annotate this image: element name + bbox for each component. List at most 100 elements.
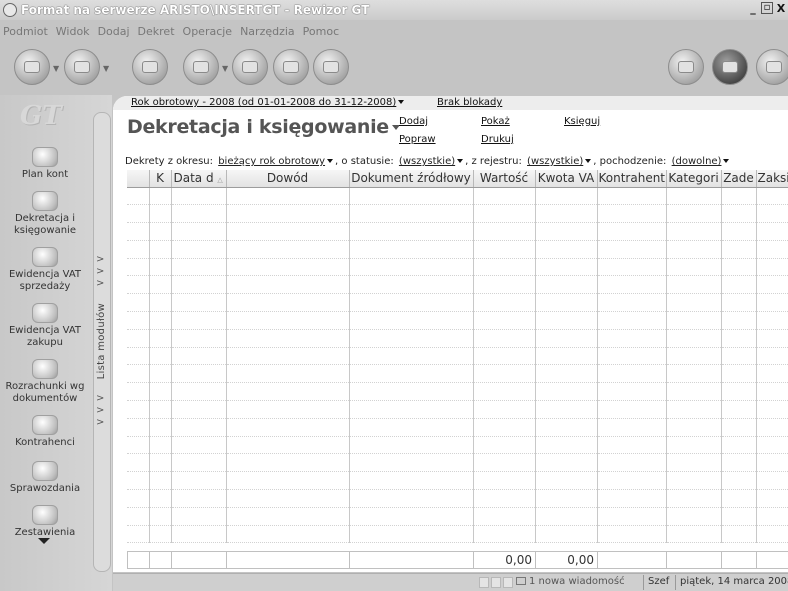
table-cell <box>127 436 150 455</box>
table-cell <box>226 187 350 206</box>
globe-icon <box>678 61 694 73</box>
column-header-zadekretowany[interactable]: Zade <box>721 170 757 188</box>
toolbar-calculator-button[interactable] <box>313 49 349 85</box>
column-header-dowod[interactable]: Dowód <box>226 170 350 188</box>
toolbar-help-button[interactable] <box>756 49 788 85</box>
table-row[interactable] <box>127 400 788 419</box>
table-cell <box>349 364 474 384</box>
table-row[interactable] <box>127 240 788 259</box>
chevron-down-icon[interactable]: ▼ <box>222 64 228 73</box>
table-row[interactable] <box>127 311 788 330</box>
close-button[interactable]: X <box>774 2 788 16</box>
table-row[interactable] <box>127 293 788 313</box>
sidebar-item-vat-sprzedazy[interactable]: Ewidencja VAT sprzedaży <box>0 247 90 293</box>
edit-link[interactable]: Popraw <box>399 134 436 145</box>
table-cell <box>756 222 788 241</box>
print-link[interactable]: Drukuj <box>481 134 514 145</box>
table-cell <box>473 400 536 419</box>
table-cell <box>473 507 536 526</box>
table-row[interactable] <box>127 329 788 348</box>
module-list-toggle[interactable]: Lista modułów <box>93 112 111 572</box>
table-row[interactable] <box>127 525 788 544</box>
sidebar-item-label: Sprawozdania <box>9 483 81 494</box>
filter-origin-select[interactable]: (dowolne) <box>672 156 730 167</box>
table-row[interactable] <box>127 453 788 473</box>
sidebar-item-zestawienia[interactable]: Zestawienia <box>0 505 90 539</box>
more-modules-arrow-icon[interactable] <box>38 538 50 544</box>
sort-ascending-icon: △ <box>217 176 223 185</box>
column-header-zaksiegowany[interactable]: Zaksi <box>756 170 788 188</box>
table-row[interactable] <box>127 436 788 455</box>
table-cell <box>473 293 536 313</box>
column-header-dokument-zrodlowy[interactable]: Dokument źródłowy <box>349 170 474 188</box>
toolbar-document-button[interactable] <box>183 49 219 85</box>
sidebar-item-vat-zakupu[interactable]: Ewidencja VAT zakupu <box>0 303 90 349</box>
toolbar-money-button[interactable] <box>132 49 168 85</box>
menu-pomoc[interactable]: Pomoc <box>303 25 339 38</box>
column-header-selector[interactable] <box>127 170 150 188</box>
filter-period-select[interactable]: bieżący rok obrotowy <box>218 156 334 167</box>
table-cell <box>171 293 227 313</box>
menu-dekret[interactable]: Dekret <box>138 25 175 38</box>
add-link[interactable]: Dodaj <box>399 116 428 127</box>
sidebar-item-dekretacja[interactable]: Dekretacja i księgowanie <box>0 191 90 237</box>
table-cell <box>535 275 598 295</box>
table-cell <box>721 400 757 419</box>
table-cell <box>756 471 788 491</box>
lock-status-link[interactable]: Brak blokady <box>437 97 502 108</box>
table-cell <box>149 258 172 277</box>
column-header-wartosc[interactable]: Wartość <box>473 170 536 188</box>
post-link[interactable]: Księguj <box>564 116 600 127</box>
table-row[interactable] <box>127 258 788 277</box>
table-row[interactable] <box>127 418 788 437</box>
toolbar-erase-button[interactable] <box>232 49 268 85</box>
sidebar-item-rozrachunki[interactable]: Rozrachunki wg dokumentów <box>0 359 90 405</box>
minimize-button[interactable]: _ <box>746 2 760 16</box>
table-row[interactable] <box>127 489 788 508</box>
menu-operacje[interactable]: Operacje <box>183 25 233 38</box>
fiscal-year-selector[interactable]: Rok obrotowy - 2008 (od 01-01-2008 do 31… <box>131 97 405 108</box>
page-title[interactable]: Dekretacja i księgowanie <box>127 116 400 138</box>
filter-register-select[interactable]: (wszystkie) <box>527 156 592 167</box>
sidebar-item-kontrahenci[interactable]: Kontrahenci <box>0 415 90 449</box>
menu-podmiot[interactable]: Podmiot <box>3 25 48 38</box>
table-row[interactable] <box>127 471 788 491</box>
filter-status-select[interactable]: (wszystkie) <box>399 156 464 167</box>
table-row[interactable] <box>127 204 788 224</box>
table-row[interactable] <box>127 222 788 241</box>
sidebar-item-plan-kont[interactable]: Plan kont <box>0 147 90 181</box>
table-row[interactable] <box>127 382 788 402</box>
toolbar-box-button[interactable] <box>712 49 748 85</box>
column-header-kontrahent[interactable]: Kontrahent <box>597 170 667 188</box>
menu-dodaj[interactable]: Dodaj <box>98 25 130 38</box>
chevron-right-icon: > <box>96 278 105 289</box>
toolbar-globe-button[interactable] <box>668 49 704 85</box>
chevron-down-icon[interactable]: ▼ <box>53 64 59 73</box>
table-cell <box>535 364 598 384</box>
maximize-button[interactable]: ▫ <box>761 2 773 14</box>
column-header-data[interactable]: Data d △ <box>171 170 227 188</box>
table-row[interactable] <box>127 187 788 206</box>
table-row[interactable] <box>127 347 788 366</box>
table-row[interactable] <box>127 275 788 295</box>
table-cell <box>171 311 227 330</box>
column-header-k[interactable]: K <box>149 170 172 188</box>
dropdown-arrow-icon <box>327 159 334 163</box>
table-row[interactable] <box>127 507 788 526</box>
menu-widok[interactable]: Widok <box>56 25 90 38</box>
new-message-notice[interactable]: 1 nowa wiadomość <box>516 576 625 587</box>
table-row[interactable] <box>127 364 788 384</box>
totals-cell <box>721 551 757 569</box>
journal-entries-table[interactable]: K Data d △ Dowód Dokument źródłowy Warto… <box>127 170 788 544</box>
toolbar-back-button[interactable] <box>14 49 50 85</box>
show-link[interactable]: Pokaż <box>481 116 510 127</box>
dropdown-arrow-icon <box>585 159 592 163</box>
chevron-right-icon: > <box>96 405 105 416</box>
toolbar-forward-button[interactable] <box>64 49 100 85</box>
chevron-down-icon[interactable]: ▼ <box>103 64 109 73</box>
sidebar-item-sprawozdania[interactable]: Sprawozdania <box>0 461 90 495</box>
column-header-kategoria[interactable]: Kategori <box>666 170 722 188</box>
column-header-kwota-vat[interactable]: Kwota VA <box>535 170 598 188</box>
toolbar-refresh-button[interactable] <box>273 49 309 85</box>
menu-narzedzia[interactable]: Narzędzia <box>240 25 295 38</box>
